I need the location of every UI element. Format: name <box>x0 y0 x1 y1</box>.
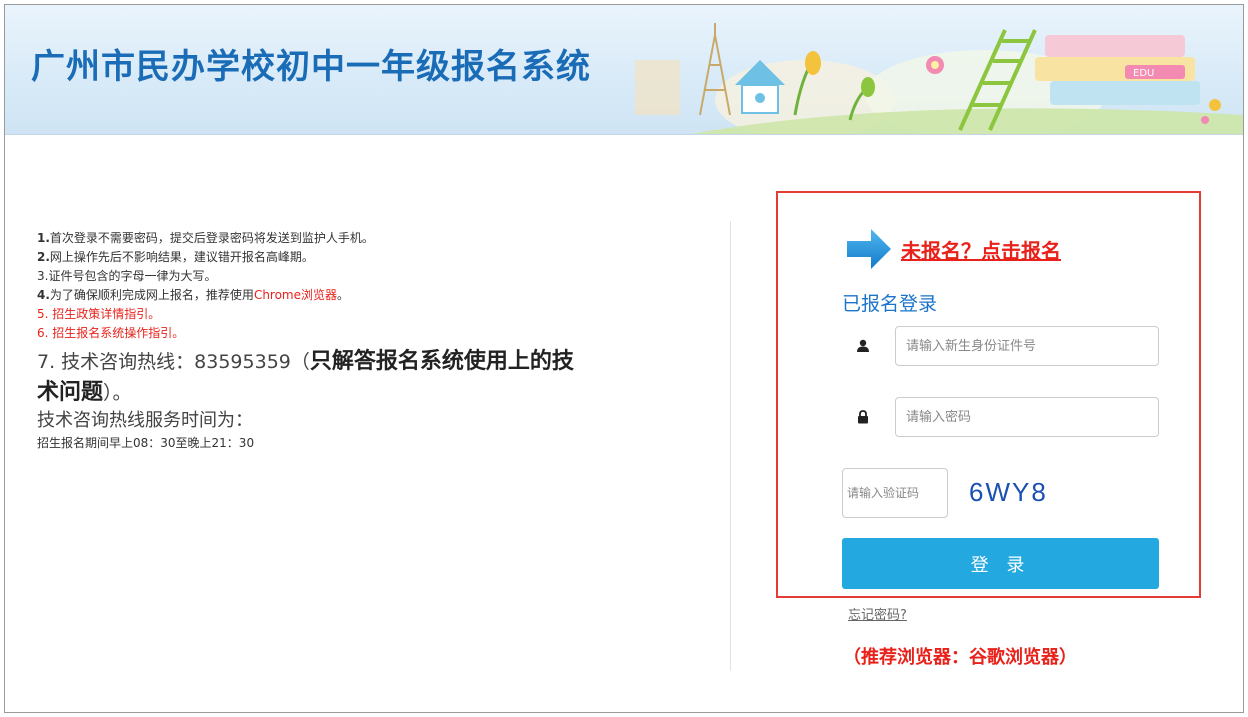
password-row <box>843 397 1159 437</box>
login-button[interactable]: 登 录 <box>842 538 1159 589</box>
instruction-4: 4.为了确保顺利完成网上报名，推荐使用Chrome浏览器。 <box>37 288 350 302</box>
lock-icon <box>843 397 883 437</box>
arrow-right-icon <box>847 229 891 269</box>
id-number-row <box>843 326 1159 366</box>
site-title: 广州市民办学校初中一年级报名系统 <box>31 47 591 87</box>
instruction-3: 3.证件号包含的字母一律为大写。 <box>37 269 217 283</box>
instruction-2: 2.网上操作先后不影响结果，建议错开报名高峰期。 <box>37 250 314 264</box>
instructions-panel: 1.首次登录不需要密码，提交后登录密码将发送到监护人手机。 2.网上操作先后不影… <box>37 229 677 453</box>
vertical-divider <box>730 221 731 671</box>
password-input[interactable] <box>895 397 1159 437</box>
banner-illustration: EDU <box>635 23 1243 134</box>
forgot-password-link[interactable]: 忘记密码? <box>848 604 907 623</box>
service-hours-time: 招生报名期间早上08：30至晚上21：30 <box>37 436 255 450</box>
header-banner: 广州市民办学校初中一年级报名系统 EDU <box>5 5 1243 135</box>
instruction-1: 1.首次登录不需要密码，提交后登录密码将发送到监护人手机。 <box>37 231 374 245</box>
book-label: EDU <box>1133 68 1154 79</box>
id-number-input[interactable] <box>895 326 1159 366</box>
operation-guide-link[interactable]: 6. 招生报名系统操作指引。 <box>37 324 677 343</box>
policy-guide-link[interactable]: 5. 招生政策详情指引。 <box>37 305 677 324</box>
captcha-input[interactable] <box>842 468 948 518</box>
recommended-browser-note: （推荐浏览器：谷歌浏览器） <box>843 647 1077 668</box>
hotline-line: 7. 技术咨询热线：83595359（只解答报名系统使用上的技 <box>37 349 574 374</box>
user-icon <box>843 326 883 366</box>
register-link[interactable]: 未报名？点击报名 <box>901 235 1061 264</box>
page-frame: 广州市民办学校初中一年级报名系统 EDU 1.首次登录不需要密码，提交后登录密码… <box>4 4 1244 713</box>
service-hours-title: 技术咨询热线服务时间为： <box>37 410 253 431</box>
hotline-line-2: 术问题）。 <box>37 380 132 405</box>
captcha-image[interactable]: 6WY8 <box>969 477 1048 508</box>
login-heading: 已报名登录 <box>842 293 938 315</box>
chrome-browser-text: Chrome浏览器 <box>253 288 338 302</box>
